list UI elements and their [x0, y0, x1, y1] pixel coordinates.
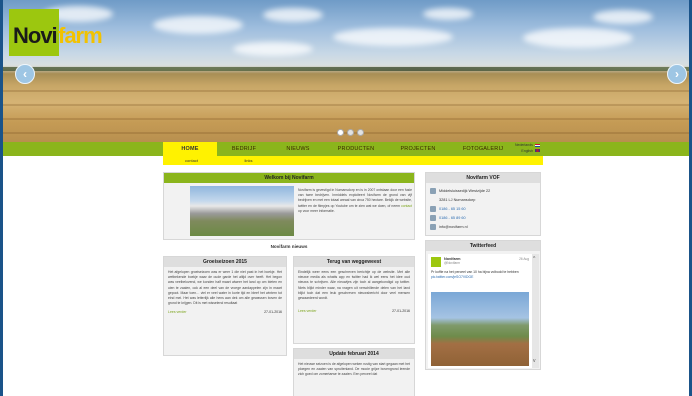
nav-home[interactable]: HOME: [163, 142, 217, 156]
scroll-down-icon[interactable]: v: [533, 358, 536, 364]
news-heading: Novifarm nieuws: [270, 244, 308, 249]
hero-slider: Novi farm ‹ ›: [3, 0, 689, 142]
farm-building-image: [190, 186, 294, 236]
nl-flag-icon: [534, 143, 540, 147]
uk-flag-icon: [534, 149, 540, 153]
welcome-panel: Welkom bij Novifarm Novifarm is gevestig…: [163, 172, 415, 240]
chevron-left-icon: ‹: [23, 67, 27, 81]
tweet-date: 26 Aug: [519, 257, 529, 261]
slider-dot-2[interactable]: [347, 129, 354, 136]
slider-prev-button[interactable]: ‹: [15, 64, 35, 84]
slider-dot-3[interactable]: [357, 129, 364, 136]
tweet-link[interactable]: pic.twitter.com/jeSO7VIDGE: [431, 275, 473, 279]
subnav-contact[interactable]: contact: [163, 156, 220, 165]
mail-icon: [430, 223, 436, 230]
avatar: [431, 257, 441, 267]
welcome-title: Welkom bij Novifarm: [164, 173, 414, 183]
slider-dots: [337, 129, 364, 136]
news-text-2: Eindelijk weer eens een geschreven beric…: [298, 270, 410, 301]
slider-dot-1[interactable]: [337, 129, 344, 136]
home-icon: [430, 187, 436, 194]
news-title-3: Update februari 2014: [294, 349, 414, 359]
lang-en[interactable]: English: [515, 149, 540, 155]
sub-nav: contact links: [163, 156, 543, 165]
read-more-2[interactable]: Lees verder: [298, 309, 316, 313]
email-row[interactable]: info@novifarm.nl: [430, 222, 536, 231]
nav-bedrijf[interactable]: BEDRIJF: [217, 142, 271, 156]
main-nav: HOME BEDRIJF NIEUWS PRODUCTEN PROJECTEN …: [3, 142, 689, 156]
contact-panel: Novifarm VOF Middelsluissedijk Westzijde…: [425, 172, 541, 236]
slider-next-button[interactable]: ›: [667, 64, 687, 84]
contact-link[interactable]: contact: [401, 204, 412, 208]
twitter-panel: Twitterfeed Novifarm @Novifarm 26 Aug Pr…: [425, 240, 541, 370]
tweet-scrollbar[interactable]: ^ v: [532, 254, 539, 368]
fax-icon: [430, 214, 436, 221]
subnav-links[interactable]: links: [220, 156, 277, 165]
fax-row: 0186 - 65 89 60: [430, 213, 536, 222]
news-item-3: Update februari 2014 Het nieuwe seizoen …: [293, 348, 415, 396]
news-title-1: Groeiseizoen 2015: [164, 257, 286, 267]
nav-fotogalerij[interactable]: FOTOGALERIJ: [449, 142, 517, 156]
nav-nieuws[interactable]: NIEUWS: [271, 142, 325, 156]
phone-row: 0186 - 65 15 60: [430, 204, 536, 213]
news-title-2: Terug van weggeweest: [294, 257, 414, 267]
news-item-2: Terug van weggeweest Eindelijk weer eens…: [293, 256, 415, 344]
news-text-3: Het nieuwe seizoen is de afgelopen weken…: [298, 362, 410, 377]
welcome-text: Novifarm is gevestigd in Numansdorp en i…: [298, 188, 412, 213]
nav-producten[interactable]: PRODUCTEN: [325, 142, 387, 156]
address-row-2: 3281 LJ Numansdorp: [439, 197, 476, 202]
address-row: Middelsluissedijk Westzijde 22: [430, 186, 536, 195]
scroll-up-icon[interactable]: ^: [533, 256, 535, 262]
novifarm-logo[interactable]: Novi farm: [9, 9, 113, 56]
phone-icon: [430, 205, 436, 212]
read-more-1[interactable]: Lees verder: [168, 310, 186, 314]
news-item-1: Groeiseizoen 2015 Het afgelopen groeisei…: [163, 256, 287, 356]
contact-title: Novifarm VOF: [426, 173, 540, 183]
news-date-1: 27-01-2016: [264, 310, 282, 315]
page: Novi farm ‹ › HOME BEDRIJF NIEUWS PRODUC…: [0, 0, 692, 396]
language-switch: Nederlands English: [515, 143, 540, 154]
nav-projecten[interactable]: PROJECTEN: [387, 142, 449, 156]
twitter-title: Twitterfeed: [426, 241, 540, 251]
tweet-text: Pr koffie na het perceel van 10 ha bijna…: [431, 270, 519, 279]
chevron-right-icon: ›: [675, 67, 679, 81]
tweet-photo[interactable]: [431, 292, 529, 366]
tweet-feed[interactable]: Novifarm @Novifarm 26 Aug Pr koffie na h…: [428, 254, 532, 368]
news-text-1: Het afgelopen groeiseizoen was er weer 1…: [168, 270, 282, 306]
news-date-2: 27-01-2016: [392, 309, 410, 314]
tweet-handle: @Novifarm: [444, 261, 460, 265]
